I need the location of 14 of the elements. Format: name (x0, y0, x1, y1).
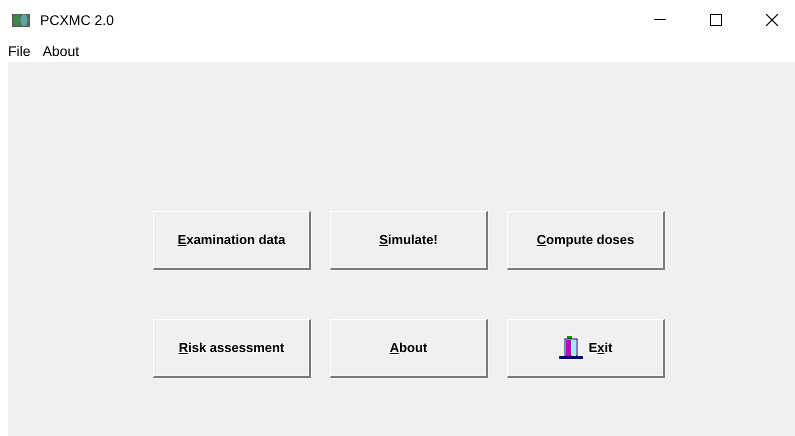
close-icon (766, 14, 778, 26)
app-icon (12, 12, 30, 28)
minimize-icon (654, 19, 666, 21)
action-button[interactable]: About (330, 319, 488, 378)
door-icon (558, 336, 583, 360)
action-button[interactable]: Simulate! (330, 211, 488, 270)
menu-item[interactable]: About (42, 40, 80, 62)
action-button[interactable]: Compute doses (507, 211, 665, 270)
window-title: PCXMC 2.0 (40, 10, 114, 30)
action-button[interactable]: Risk assessment (153, 319, 311, 378)
maximize-icon (710, 14, 722, 26)
exit-button[interactable]: Exit (507, 319, 665, 378)
action-button[interactable]: Examination data (153, 211, 311, 270)
menu-item[interactable]: File (8, 40, 31, 62)
